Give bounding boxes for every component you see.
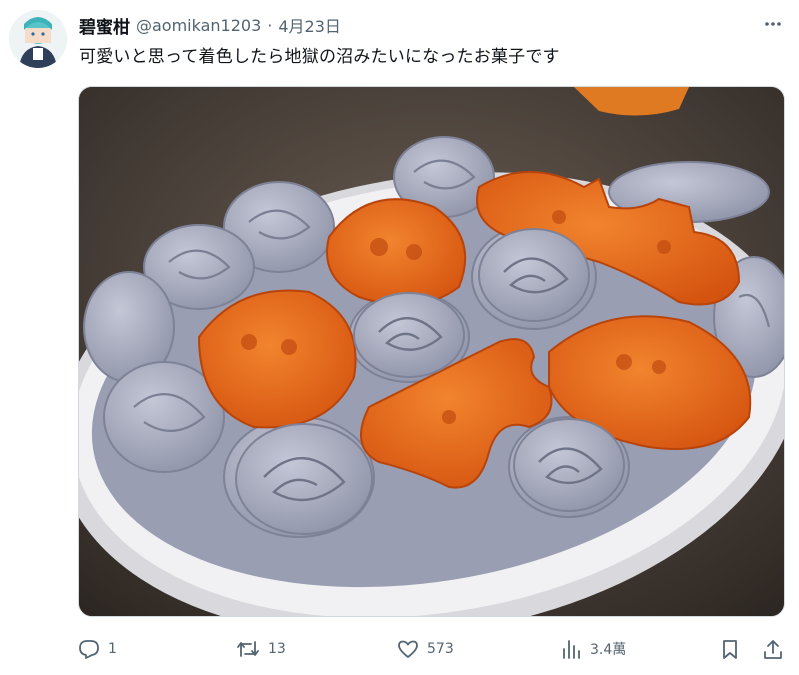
reply-button[interactable]: 1 [78, 634, 117, 664]
tweet-media-photo[interactable] [78, 86, 785, 617]
separator-dot: · [267, 15, 273, 35]
reply-icon [79, 640, 99, 659]
retweet-count: 13 [268, 641, 286, 657]
views-button[interactable]: 3.4萬 [560, 634, 626, 664]
share-button[interactable] [762, 634, 784, 664]
action-bar: 1 13 573 3.4萬 [78, 634, 790, 664]
retweet-button[interactable]: 13 [236, 634, 286, 664]
heart-icon [398, 640, 418, 658]
reply-count: 1 [108, 641, 117, 657]
retweet-icon [237, 641, 259, 657]
avatar[interactable] [9, 10, 67, 68]
photo-image [79, 87, 784, 616]
more-options-button[interactable] [761, 12, 785, 36]
tweet-header: 碧蜜柑 @aomikan1203 · 4月23日 [79, 12, 749, 38]
bookmark-icon [723, 640, 737, 659]
tweet-text: 可愛いと思って着色したら地獄の沼みたいになったお菓子です [79, 47, 560, 67]
share-icon [764, 640, 782, 659]
bookmark-button[interactable] [719, 634, 741, 664]
post-date[interactable]: 4月23日 [278, 13, 341, 37]
like-button[interactable]: 573 [397, 634, 454, 664]
view-count: 3.4萬 [590, 642, 627, 658]
like-count: 573 [427, 641, 454, 657]
views-icon [563, 640, 580, 659]
display-name[interactable]: 碧蜜柑 [79, 13, 130, 38]
user-handle[interactable]: @aomikan1203 [136, 16, 261, 35]
more-icon [765, 22, 781, 26]
avatar-image [9, 10, 67, 68]
